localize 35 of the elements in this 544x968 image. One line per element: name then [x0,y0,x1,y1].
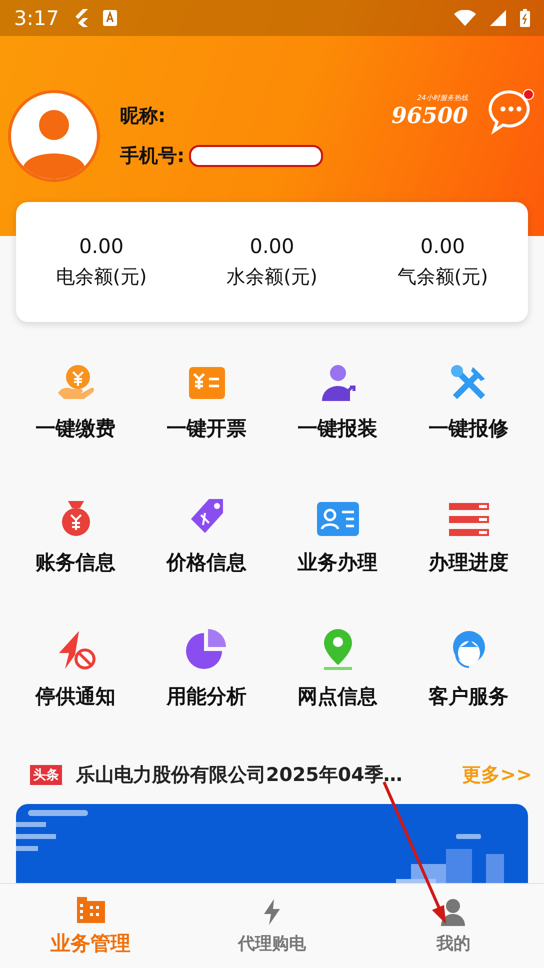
service-item[interactable]: 一键缴费 [10,358,141,442]
service-item[interactable]: 一键报修 [403,358,534,442]
balance-label: 电余额(元) [56,265,147,290]
progress-bars-icon [446,501,490,537]
keyboard-icon [102,10,117,26]
service-item[interactable]: 网点信息 [272,626,403,710]
building-icon [76,896,106,924]
lightning-icon [262,898,282,926]
nav-tab[interactable]: 我的 [362,884,544,968]
balance-label: 气余额(元) [397,265,488,290]
balance-label: 水余额(元) [226,265,318,290]
service-item[interactable]: 价格信息 [141,492,272,576]
balance-value: 0.00 [420,234,465,258]
person-icon [440,898,466,926]
service-item[interactable]: 办理进度 [403,492,534,576]
service-item[interactable]: 业务办理 [272,492,403,576]
service-item[interactable]: 用能分析 [141,626,272,710]
wifi-icon [454,10,476,26]
signal-icon [490,10,506,26]
service-item[interactable]: 账务信息 [10,492,141,576]
service-item[interactable]: 一键开票 [141,358,272,442]
service-item[interactable]: 客户服务 [403,626,534,710]
balance-value: 0.00 [79,234,124,258]
pie-chart-icon [186,629,228,671]
id-card-icon [316,501,360,537]
status-time: 3:17 [14,6,59,30]
nav-tab[interactable]: 代理购电 [181,884,363,968]
phone-label: 手机号: [120,144,185,169]
service-item[interactable]: 一键报装 [272,358,403,442]
service-item[interactable]: 停供通知 [10,626,141,710]
balance-value: 0.00 [250,234,294,258]
news-headline[interactable]: 乐山电力股份有限公司2025年04季… [76,762,448,788]
nickname-label: 昵称: [120,104,167,129]
headline-badge: 头条 [30,765,62,785]
battery-icon [520,9,530,27]
